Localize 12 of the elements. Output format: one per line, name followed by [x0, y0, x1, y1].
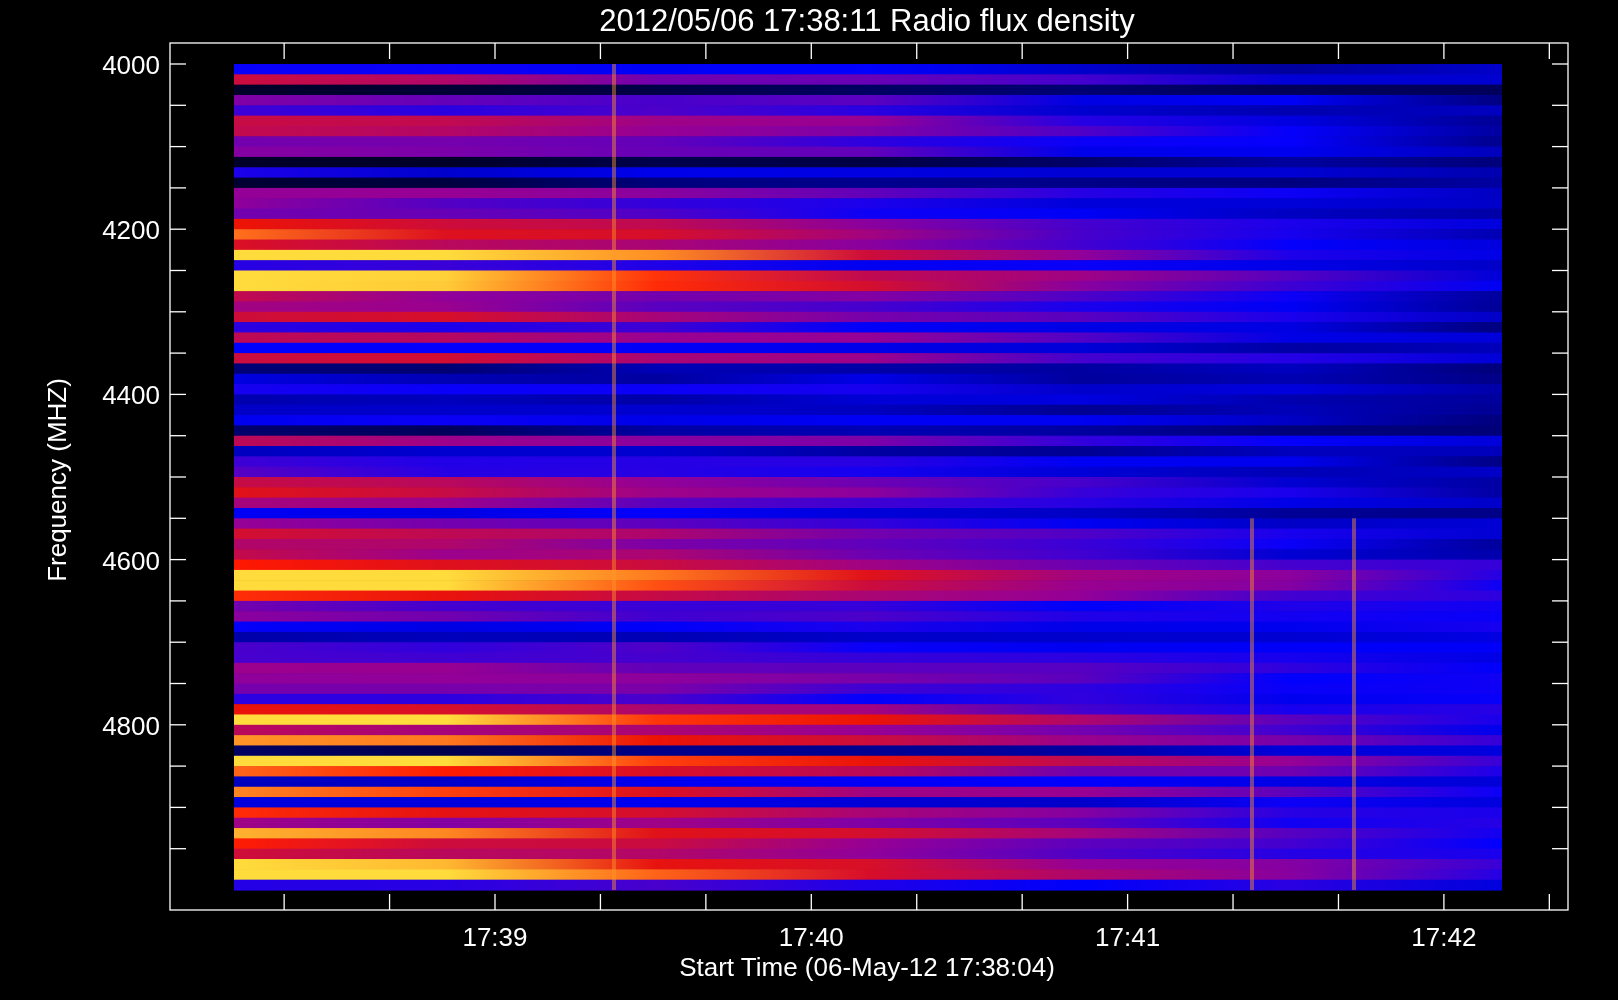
- plot-title: 2012/05/06 17:38:11 Radio flux density: [599, 3, 1135, 38]
- tick-label: 4400: [102, 380, 160, 411]
- tick-label: 17:40: [778, 922, 844, 952]
- tick-label: 17:42: [1411, 922, 1477, 952]
- tick-label: 4200: [102, 215, 160, 246]
- tick-label: 4600: [102, 545, 160, 576]
- tick-label: 17:39: [462, 922, 528, 952]
- tick-label: 4800: [102, 710, 160, 741]
- axis-label: Frequency (MHZ): [42, 378, 72, 582]
- axis-label: Start Time (06-May-12 17:38:04): [679, 952, 1055, 982]
- tick-label: 4000: [102, 50, 160, 80]
- tick-label: 17:41: [1095, 922, 1161, 952]
